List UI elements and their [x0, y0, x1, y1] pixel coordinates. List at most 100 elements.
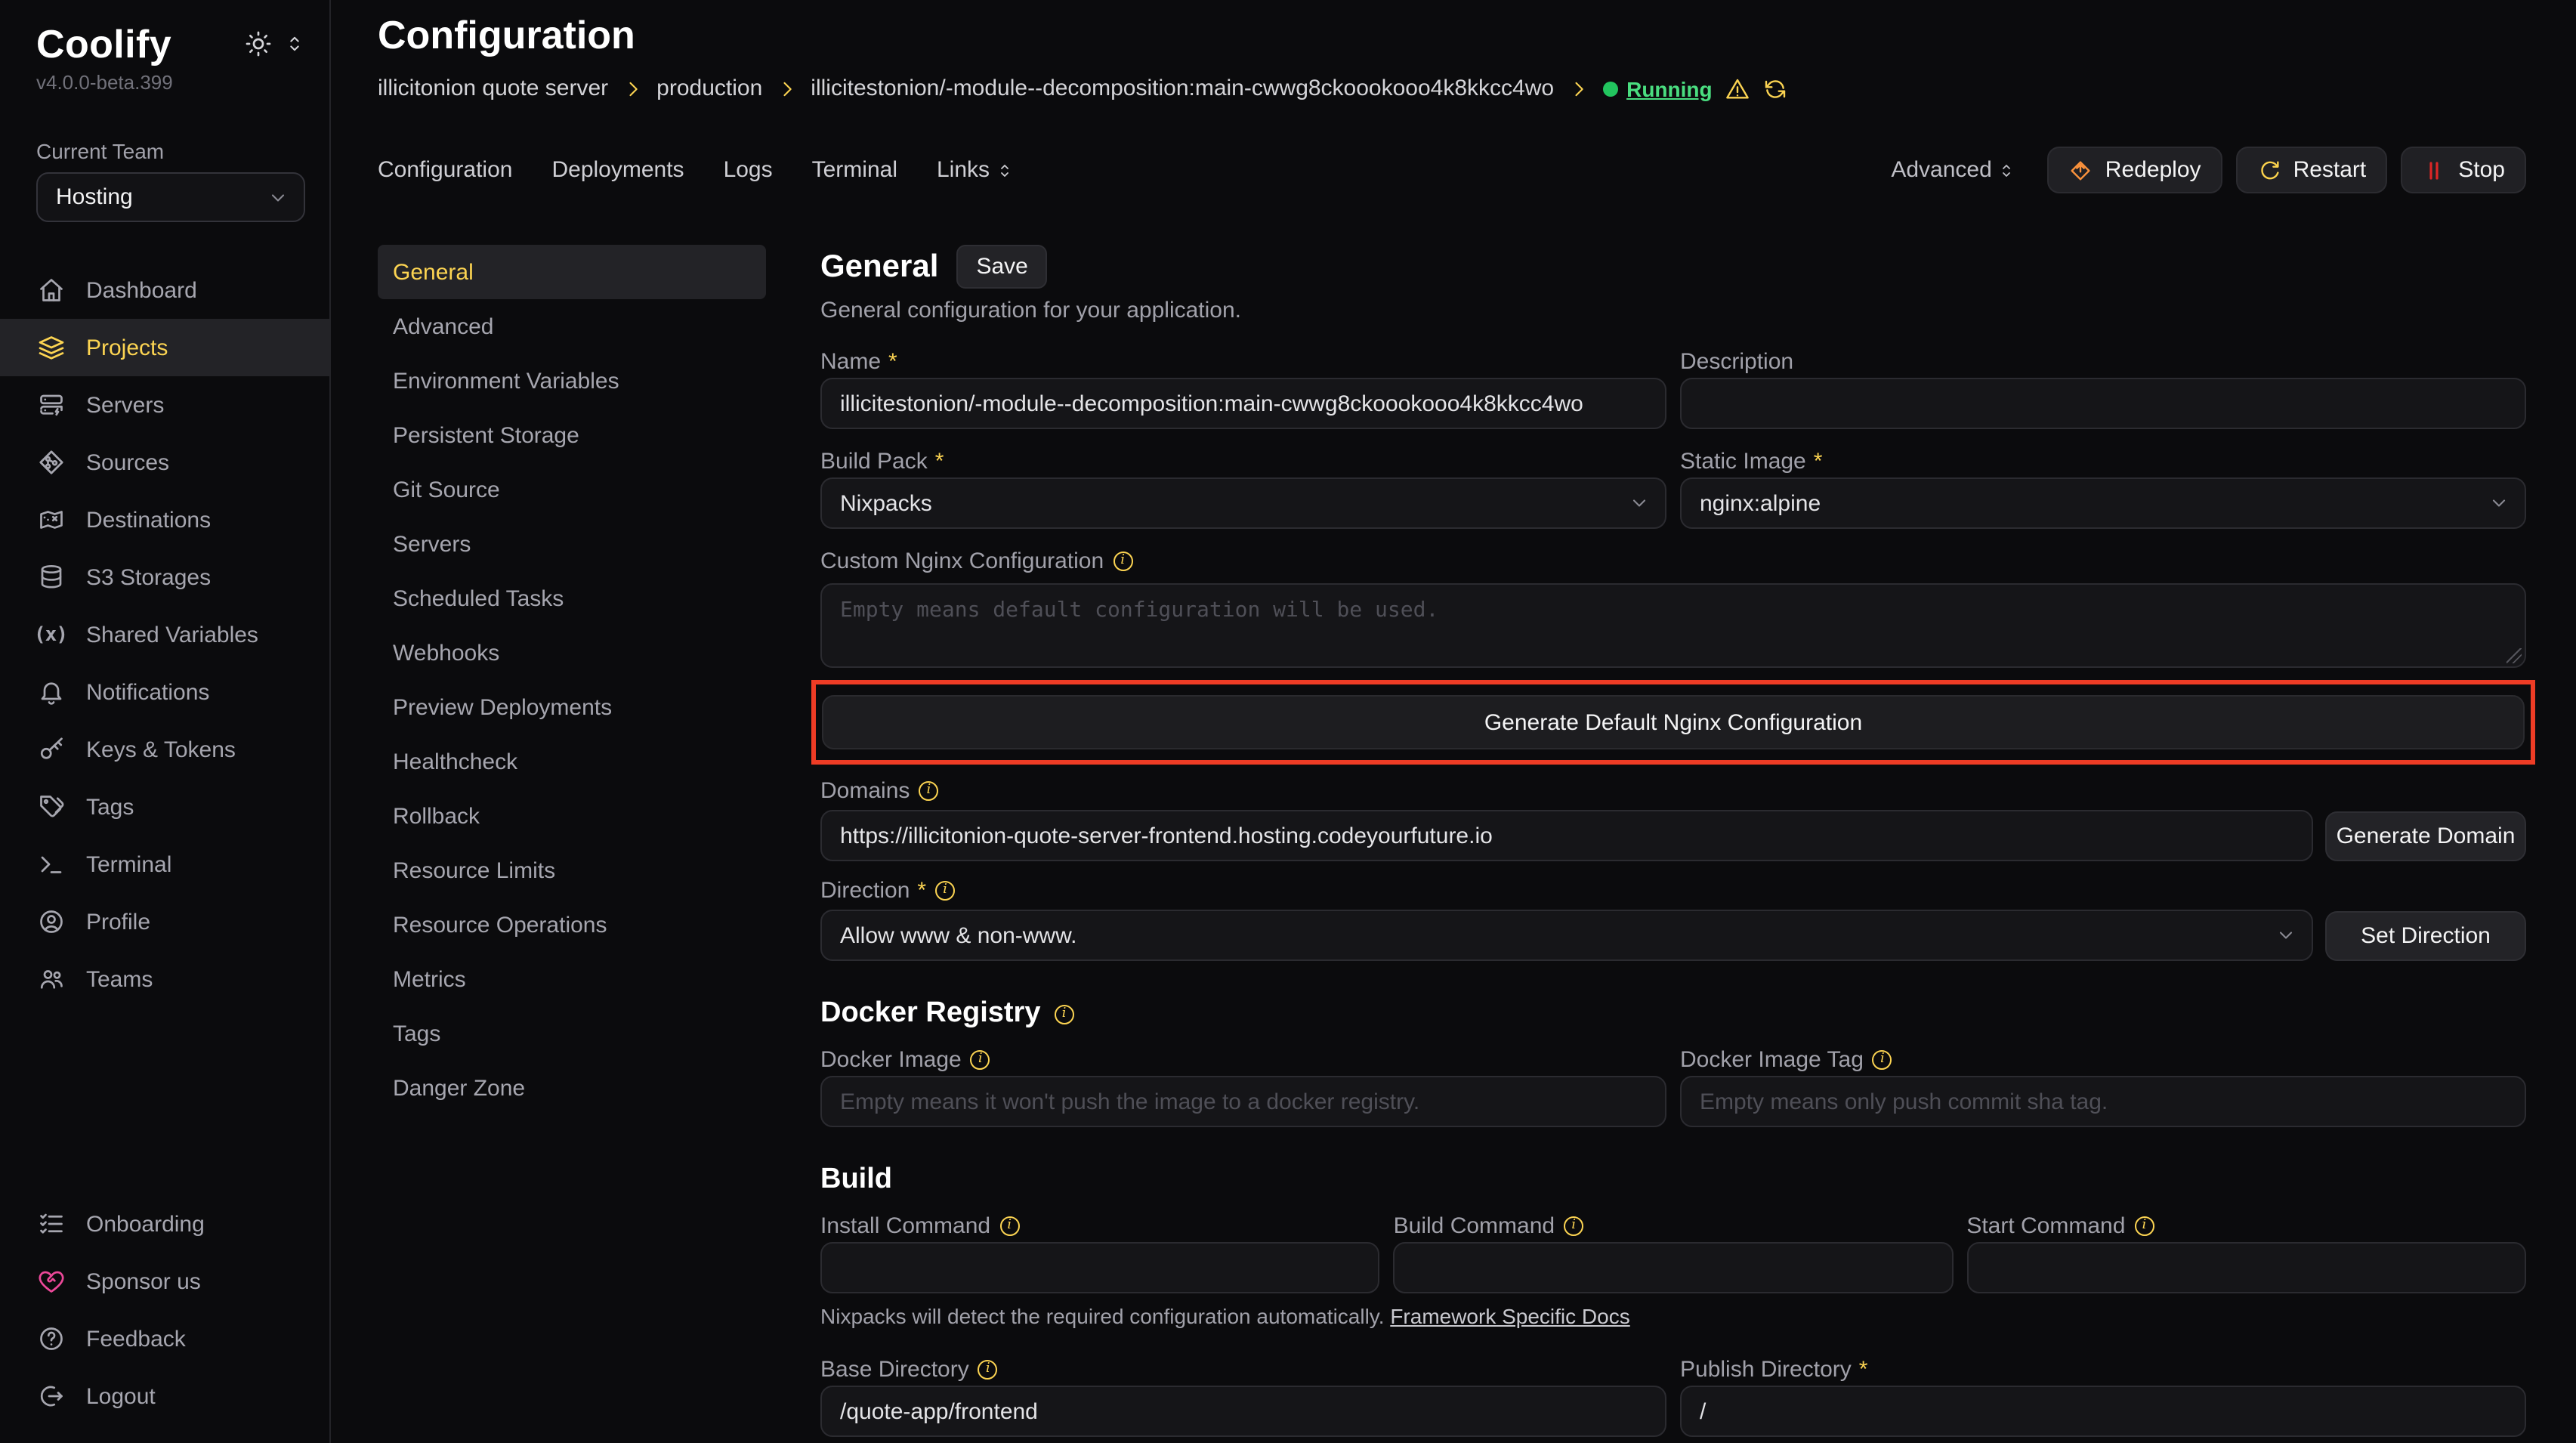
subnav-persistent-storage[interactable]: Persistent Storage — [378, 408, 766, 462]
base-directory-label: Base Directory — [820, 1356, 969, 1382]
breadcrumb: illicitonion quote server production ill… — [378, 76, 2526, 101]
docker-image-tag-input[interactable] — [1680, 1076, 2526, 1127]
subnav-resource-operations[interactable]: Resource Operations — [378, 898, 766, 952]
warning-icon[interactable] — [1726, 76, 1750, 100]
subnav-general[interactable]: General — [378, 245, 766, 299]
info-icon[interactable]: i — [978, 1359, 998, 1379]
sidebar-item-dashboard[interactable]: Dashboard — [0, 261, 329, 319]
base-directory-input[interactable] — [820, 1386, 1666, 1437]
info-icon[interactable]: i — [1873, 1049, 1892, 1069]
info-icon[interactable]: i — [935, 880, 955, 900]
save-button[interactable]: Save — [956, 245, 1047, 289]
name-input[interactable] — [820, 378, 1666, 429]
sidebar-item-projects[interactable]: Projects — [0, 319, 329, 376]
subnav-webhooks[interactable]: Webhooks — [378, 626, 766, 680]
sidebar-item-terminal[interactable]: Terminal — [0, 836, 329, 893]
subnav-git-source[interactable]: Git Source — [378, 462, 766, 517]
theme-chevrons-icon[interactable] — [284, 33, 305, 54]
subnav-advanced[interactable]: Advanced — [378, 299, 766, 354]
subnav-servers[interactable]: Servers — [378, 517, 766, 571]
stop-pause-icon — [2422, 158, 2446, 182]
sidebar-item-label: Servers — [86, 392, 164, 418]
status-badge[interactable]: Running — [1602, 76, 1713, 100]
info-icon[interactable]: i — [999, 1216, 1019, 1235]
subnav-danger-zone[interactable]: Danger Zone — [378, 1061, 766, 1115]
subnav-scheduled-tasks[interactable]: Scheduled Tasks — [378, 571, 766, 626]
tab-terminal[interactable]: Terminal — [812, 157, 897, 183]
sidebar-item-shared-variables[interactable]: (x) Shared Variables — [0, 606, 329, 663]
team-select[interactable]: Hosting — [36, 172, 305, 222]
app-root: Coolify v4.0.0-beta.399 Current Team Hos… — [0, 0, 2576, 1443]
publish-directory-input[interactable] — [1680, 1386, 2526, 1437]
subnav-resource-limits[interactable]: Resource Limits — [378, 843, 766, 898]
tab-configuration[interactable]: Configuration — [378, 157, 512, 183]
required-asterisk: * — [888, 348, 897, 374]
subnav-healthcheck[interactable]: Healthcheck — [378, 734, 766, 789]
sidebar-item-keys-tokens[interactable]: Keys & Tokens — [0, 721, 329, 778]
sidebar-item-sponsor[interactable]: Sponsor us — [0, 1253, 329, 1310]
required-asterisk: * — [917, 877, 926, 903]
direction-label: Direction — [820, 877, 910, 903]
sidebar-item-label: Tags — [86, 794, 134, 820]
tab-logs[interactable]: Logs — [724, 157, 773, 183]
framework-docs-link[interactable]: Framework Specific Docs — [1390, 1304, 1629, 1328]
tab-links[interactable]: Links — [937, 157, 1014, 183]
sidebar-item-teams[interactable]: Teams — [0, 950, 329, 1008]
chevron-down-icon — [1629, 493, 1650, 514]
info-icon[interactable]: i — [1113, 551, 1132, 570]
info-icon[interactable]: i — [971, 1049, 990, 1069]
sidebar-item-servers[interactable]: Servers — [0, 376, 329, 434]
restart-label: Restart — [2293, 157, 2367, 183]
build-pack-select[interactable]: Nixpacks — [820, 477, 1666, 529]
restart-button[interactable]: Restart — [2236, 147, 2388, 193]
sidebar-item-feedback[interactable]: Feedback — [0, 1310, 329, 1367]
custom-nginx-label: Custom Nginx Configuration — [820, 548, 1104, 573]
set-direction-button[interactable]: Set Direction — [2325, 910, 2526, 960]
generate-domain-button[interactable]: Generate Domain — [2325, 811, 2526, 861]
sidebar-item-s3-storages[interactable]: S3 Storages — [0, 548, 329, 606]
advanced-dropdown[interactable]: Advanced — [1891, 157, 2015, 183]
generate-nginx-config-button[interactable]: Generate Default Nginx Configuration — [822, 695, 2525, 749]
subnav-rollback[interactable]: Rollback — [378, 789, 766, 843]
static-image-select[interactable]: nginx:alpine — [1680, 477, 2526, 529]
breadcrumb-application[interactable]: illicitestonion/-module--decomposition:m… — [811, 76, 1554, 101]
sidebar-item-tags[interactable]: Tags — [0, 778, 329, 836]
breadcrumb-project[interactable]: illicitonion quote server — [378, 76, 608, 101]
info-icon[interactable]: i — [919, 780, 938, 800]
domains-input[interactable] — [820, 810, 2313, 861]
sidebar-item-profile[interactable]: Profile — [0, 893, 329, 950]
info-icon[interactable]: i — [1564, 1216, 1583, 1235]
description-label: Description — [1680, 348, 1793, 374]
refresh-icon[interactable] — [1764, 76, 1788, 100]
subnav-tags[interactable]: Tags — [378, 1006, 766, 1061]
advanced-label: Advanced — [1891, 157, 1991, 183]
sidebar-item-logout[interactable]: Logout — [0, 1367, 329, 1425]
direction-select[interactable]: Allow www & non-www. — [820, 910, 2313, 961]
custom-nginx-textarea[interactable] — [820, 583, 2526, 668]
build-command-input[interactable] — [1394, 1242, 1954, 1293]
sidebar-item-destinations[interactable]: Destinations — [0, 491, 329, 548]
subnav-environment-variables[interactable]: Environment Variables — [378, 354, 766, 408]
subnav-metrics[interactable]: Metrics — [378, 952, 766, 1006]
sidebar-item-sources[interactable]: Sources — [0, 434, 329, 491]
info-icon[interactable]: i — [2134, 1216, 2154, 1235]
tab-deployments[interactable]: Deployments — [551, 157, 684, 183]
docker-image-input[interactable] — [820, 1076, 1666, 1127]
description-input[interactable] — [1680, 378, 2526, 429]
static-image-label: Static Image — [1680, 448, 1806, 474]
theme-sun-icon[interactable] — [245, 30, 272, 57]
chevron-down-icon — [2488, 493, 2510, 514]
sidebar-item-label: Sources — [86, 450, 169, 475]
install-command-label: Install Command — [820, 1213, 990, 1238]
subnav-preview-deployments[interactable]: Preview Deployments — [378, 680, 766, 734]
sidebar-item-notifications[interactable]: Notifications — [0, 663, 329, 721]
sidebar-item-onboarding[interactable]: Onboarding — [0, 1195, 329, 1253]
start-command-input[interactable] — [1966, 1242, 2526, 1293]
info-icon[interactable]: i — [1054, 1004, 1073, 1024]
docker-registry-title: Docker Registry — [820, 997, 1040, 1030]
stop-button[interactable]: Stop — [2401, 147, 2526, 193]
install-command-input[interactable] — [820, 1242, 1380, 1293]
breadcrumb-environment[interactable]: production — [656, 76, 762, 101]
redeploy-button[interactable]: Redeploy — [2048, 147, 2222, 193]
resize-handle[interactable] — [2507, 648, 2522, 663]
